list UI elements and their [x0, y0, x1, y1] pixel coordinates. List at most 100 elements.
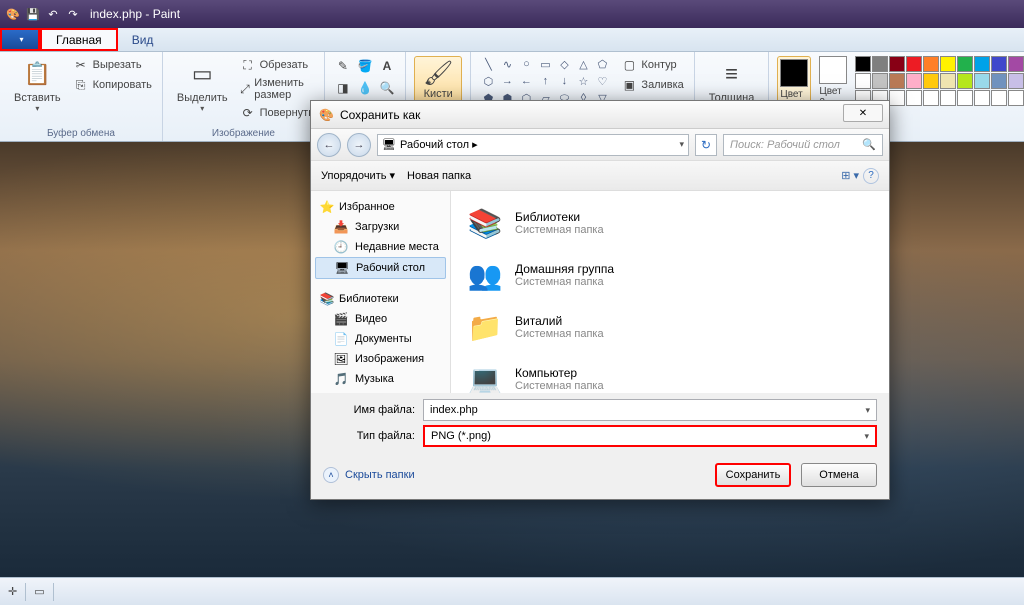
palette-color[interactable] — [923, 56, 939, 72]
rotate-button[interactable]: ⟳Повернуть — [238, 104, 316, 122]
dialog-fields: Имя файла: index.php▾ Тип файла: PNG (*.… — [311, 393, 889, 455]
dialog-sidebar: ⭐Избранное 📥Загрузки 🕘Недавние места 🖥Ра… — [311, 191, 451, 393]
text-tool[interactable]: A — [377, 56, 397, 76]
cancel-button[interactable]: Отмена — [801, 463, 877, 487]
outline-button[interactable]: ▢Контур — [619, 56, 685, 74]
titlebar: 🎨 💾 ↶ ↷ index.php - Paint — [0, 0, 1024, 28]
palette-color[interactable] — [991, 56, 1007, 72]
sidebar-item-images[interactable]: 🖼Изображения — [315, 349, 446, 369]
new-folder-button[interactable]: Новая папка — [407, 170, 471, 182]
palette-color[interactable] — [991, 90, 1007, 106]
sidebar-item-recent[interactable]: 🕘Недавние места — [315, 237, 446, 257]
color-palette[interactable] — [855, 56, 1024, 106]
palette-color[interactable] — [855, 56, 871, 72]
palette-color[interactable] — [906, 90, 922, 106]
content-item[interactable]: 📚БиблиотекиСистемная папка — [461, 197, 879, 249]
sidebar-favorites-head[interactable]: ⭐Избранное — [315, 197, 446, 217]
palette-color[interactable] — [1008, 90, 1024, 106]
eraser-tool[interactable]: ◨ — [333, 78, 353, 98]
fill-tool[interactable]: 🪣 — [355, 56, 375, 76]
address-bar[interactable]: 🖥Рабочий стол ▸▾ — [377, 134, 689, 156]
redo-icon[interactable]: ↷ — [64, 5, 82, 23]
filename-input[interactable]: index.php▾ — [423, 399, 877, 421]
palette-color[interactable] — [889, 56, 905, 72]
sidebar-item-documents[interactable]: 📄Документы — [315, 329, 446, 349]
video-icon: 🎬 — [333, 311, 349, 327]
paste-icon: 📋 — [21, 58, 53, 90]
save-icon[interactable]: 💾 — [24, 5, 42, 23]
palette-color[interactable] — [906, 56, 922, 72]
rotate-icon: ⟳ — [240, 105, 256, 121]
file-menu[interactable] — [0, 28, 40, 51]
magnify-tool[interactable]: 🔍 — [377, 78, 397, 98]
dialog-titlebar: 🎨 Сохранить как ✕ — [311, 101, 889, 129]
pencil-tool[interactable]: ✎ — [333, 56, 353, 76]
palette-color[interactable] — [957, 73, 973, 89]
sidebar-item-downloads[interactable]: 📥Загрузки — [315, 217, 446, 237]
desktop-icon: 🖥 — [334, 260, 350, 276]
palette-color[interactable] — [872, 73, 888, 89]
forward-button[interactable]: → — [347, 133, 371, 157]
palette-color[interactable] — [923, 73, 939, 89]
content-item[interactable]: 📁ВиталийСистемная папка — [461, 301, 879, 353]
back-button[interactable]: ← — [317, 133, 341, 157]
save-button[interactable]: Сохранить — [715, 463, 791, 487]
paint-icon: 🎨 — [319, 108, 334, 122]
tools-grid: ✎ 🪣 A ◨ 💧 🔍 — [333, 56, 397, 98]
palette-color[interactable] — [957, 90, 973, 106]
shapes-grid[interactable]: ╲∿○▭◇△⬠ ⬡→←↑↓☆♡ ⬟⬢⬡▱⬭◊▽ — [479, 56, 611, 106]
dialog-toolbar: Упорядочить ▾ Новая папка ⊞ ▾ ? — [311, 161, 889, 191]
palette-color[interactable] — [974, 90, 990, 106]
search-input[interactable]: Поиск: Рабочий стол🔍 — [723, 134, 883, 156]
sidebar-item-video[interactable]: 🎬Видео — [315, 309, 446, 329]
palette-color[interactable] — [974, 56, 990, 72]
palette-color[interactable] — [1008, 56, 1024, 72]
palette-color[interactable] — [1008, 73, 1024, 89]
sidebar-item-music[interactable]: 🎵Музыка — [315, 369, 446, 389]
brushes-button[interactable]: 🖌 Кисти — [414, 56, 462, 103]
palette-color[interactable] — [906, 73, 922, 89]
paste-button[interactable]: 📋 Вставить — [8, 56, 67, 115]
palette-color[interactable] — [872, 56, 888, 72]
palette-color[interactable] — [957, 56, 973, 72]
sidebar-libraries-head[interactable]: 📚Библиотеки — [315, 289, 446, 309]
hide-folders-button[interactable]: ˄Скрыть папки — [323, 467, 415, 483]
palette-color[interactable] — [889, 73, 905, 89]
paint-icon: 🎨 — [4, 5, 22, 23]
group-clipboard: 📋 Вставить ✂Вырезать ⎘Копировать Буфер о… — [0, 52, 163, 141]
palette-color[interactable] — [940, 73, 956, 89]
palette-color[interactable] — [940, 56, 956, 72]
palette-color[interactable] — [940, 90, 956, 106]
dialog-footer: ˄Скрыть папки Сохранить Отмена — [311, 455, 889, 499]
view-button[interactable]: ⊞ ▾ — [841, 169, 859, 182]
undo-icon[interactable]: ↶ — [44, 5, 62, 23]
resize-button[interactable]: ⤢Изменить размер — [238, 76, 316, 102]
dialog-content[interactable]: 📚БиблиотекиСистемная папка👥Домашняя груп… — [451, 191, 889, 393]
tab-home[interactable]: Главная — [40, 28, 118, 51]
crop-button[interactable]: ⛶Обрезать — [238, 56, 316, 74]
document-icon: 📄 — [333, 331, 349, 347]
organize-button[interactable]: Упорядочить ▾ — [321, 169, 395, 182]
copy-button[interactable]: ⎘Копировать — [71, 76, 154, 94]
color2-swatch — [819, 56, 847, 84]
fill-button[interactable]: ▣Заливка — [619, 76, 685, 94]
content-item[interactable]: 💻КомпьютерСистемная папка — [461, 353, 879, 393]
refresh-button[interactable]: ↻ — [695, 134, 717, 156]
help-button[interactable]: ? — [863, 168, 879, 184]
palette-color[interactable] — [855, 73, 871, 89]
content-item[interactable]: 👥Домашняя группаСистемная папка — [461, 249, 879, 301]
crop-icon: ⛶ — [240, 57, 256, 73]
sidebar-item-desktop[interactable]: 🖥Рабочий стол — [315, 257, 446, 279]
picker-tool[interactable]: 💧 — [355, 78, 375, 98]
statusbar: ✛ ▭ — [0, 577, 1024, 605]
dialog-nav: ← → 🖥Рабочий стол ▸▾ ↻ Поиск: Рабочий ст… — [311, 129, 889, 161]
palette-color[interactable] — [974, 73, 990, 89]
palette-color[interactable] — [923, 90, 939, 106]
select-button[interactable]: ▭ Выделить — [171, 56, 234, 115]
palette-color[interactable] — [991, 73, 1007, 89]
close-button[interactable]: ✕ — [843, 104, 883, 122]
cut-button[interactable]: ✂Вырезать — [71, 56, 154, 74]
palette-color[interactable] — [889, 90, 905, 106]
tab-view[interactable]: Вид — [118, 28, 168, 51]
filetype-select[interactable]: PNG (*.png)▾ — [423, 425, 877, 447]
